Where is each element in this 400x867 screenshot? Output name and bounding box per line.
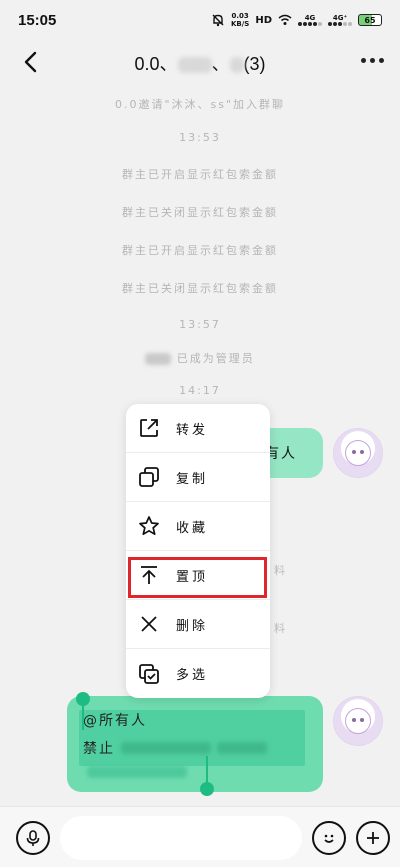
- message-input[interactable]: [60, 816, 302, 860]
- more-actions-button[interactable]: [356, 821, 390, 855]
- message-text-start: 禁止: [83, 741, 115, 757]
- timestamp: 13:57: [179, 318, 221, 331]
- mute-bell-icon: [212, 14, 224, 27]
- signal-1: 4G: [298, 14, 322, 26]
- avatar[interactable]: [333, 696, 383, 746]
- system-message-invite: 0.0邀请"沐沐、ss"加入群聊: [114, 98, 286, 111]
- menu-item-delete[interactable]: 删除: [126, 600, 270, 649]
- message-text-line-2: 禁止: [83, 738, 267, 758]
- message-text: 料: [274, 564, 285, 577]
- avatar[interactable]: [333, 428, 383, 478]
- battery-level: 65: [364, 15, 376, 25]
- title-member-count: (3): [243, 54, 266, 74]
- close-icon: [141, 616, 157, 632]
- status-bar: 15:05 0.03 KB/S HD 4G 4G⁺ 65: [0, 0, 400, 40]
- menu-item-label: 收藏: [176, 520, 209, 536]
- status-icons: 0.03 KB/S HD 4G 4G⁺ 65: [211, 12, 382, 28]
- signal-2-bars: [328, 22, 352, 26]
- redacted-text: [217, 742, 267, 754]
- avatar-face: [345, 440, 371, 466]
- title-prefix: 0.0、: [134, 54, 178, 74]
- wifi-icon: [278, 14, 292, 25]
- status-time: 15:05: [18, 11, 57, 29]
- input-bar: [0, 806, 400, 867]
- menu-item-label: 置顶: [176, 569, 209, 585]
- net-speed-value: 0.03: [231, 12, 249, 20]
- microphone-icon: [26, 830, 40, 846]
- system-message: 群主已关闭显示红包索金额: [122, 206, 278, 219]
- pin-top-icon: [141, 566, 157, 584]
- share-icon: [140, 419, 158, 437]
- context-menu: 转发 复制 收藏 置顶 删除 多选: [126, 404, 270, 698]
- network-speed: 0.03 KB/S: [231, 12, 249, 28]
- menu-item-label: 复制: [176, 471, 209, 487]
- signal-2-label: 4G⁺: [332, 14, 348, 22]
- voice-button[interactable]: [16, 821, 50, 855]
- battery-icon: 65: [358, 14, 382, 26]
- timestamp: 14:17: [179, 384, 221, 397]
- avatar-face: [345, 708, 371, 734]
- signal-1-bars: [298, 22, 322, 26]
- menu-item-multi-select[interactable]: 多选: [126, 649, 270, 698]
- menu-item-label: 删除: [176, 618, 209, 634]
- net-speed-unit: KB/S: [230, 20, 250, 28]
- title-separator: 、: [211, 54, 230, 74]
- redacted-text: [121, 742, 211, 754]
- chat-title: 0.0、 、 (3): [0, 50, 400, 76]
- redacted-name: [145, 353, 172, 365]
- menu-item-copy[interactable]: 复制: [126, 453, 270, 502]
- menu-item-forward[interactable]: 转发: [126, 404, 270, 453]
- signal-2: 4G⁺: [328, 14, 352, 26]
- menu-item-favorite[interactable]: 收藏: [126, 502, 270, 551]
- message-text-line-3: [87, 766, 187, 778]
- multi-select-icon: [139, 663, 159, 684]
- redacted-text: [87, 766, 187, 778]
- plus-icon: [367, 832, 379, 844]
- message-text: 料: [274, 622, 285, 635]
- more-options-icon[interactable]: [361, 58, 384, 63]
- timestamp: 13:53: [179, 131, 221, 144]
- hd-label: HD: [255, 14, 272, 26]
- menu-item-label: 多选: [176, 668, 209, 683]
- copy-icon: [139, 467, 159, 487]
- redacted-name: [229, 57, 244, 74]
- selection-end-handle[interactable]: [200, 782, 214, 796]
- selection-start-caret: [82, 700, 84, 730]
- menu-item-label: 转发: [176, 422, 209, 438]
- message-text-line-1: @所有人: [83, 713, 147, 729]
- system-message-admin: 已成为管理员: [0, 350, 400, 366]
- system-message: 群主已关闭显示红包索金额: [122, 282, 278, 295]
- admin-text: 已成为管理员: [176, 352, 255, 365]
- redacted-name: [177, 57, 212, 74]
- emoji-icon: [324, 834, 334, 843]
- star-icon: [139, 516, 159, 536]
- signal-1-label: 4G: [304, 14, 316, 22]
- chat-header: 0.0、 、 (3): [0, 40, 400, 84]
- system-message: 群主已开启显示红包索金额: [122, 244, 278, 257]
- system-message: 群主已开启显示红包索金额: [122, 168, 278, 181]
- menu-item-pin-top[interactable]: 置顶: [126, 551, 270, 600]
- selected-message-bubble[interactable]: @所有人 禁止: [67, 696, 323, 792]
- emoji-button[interactable]: [312, 821, 346, 855]
